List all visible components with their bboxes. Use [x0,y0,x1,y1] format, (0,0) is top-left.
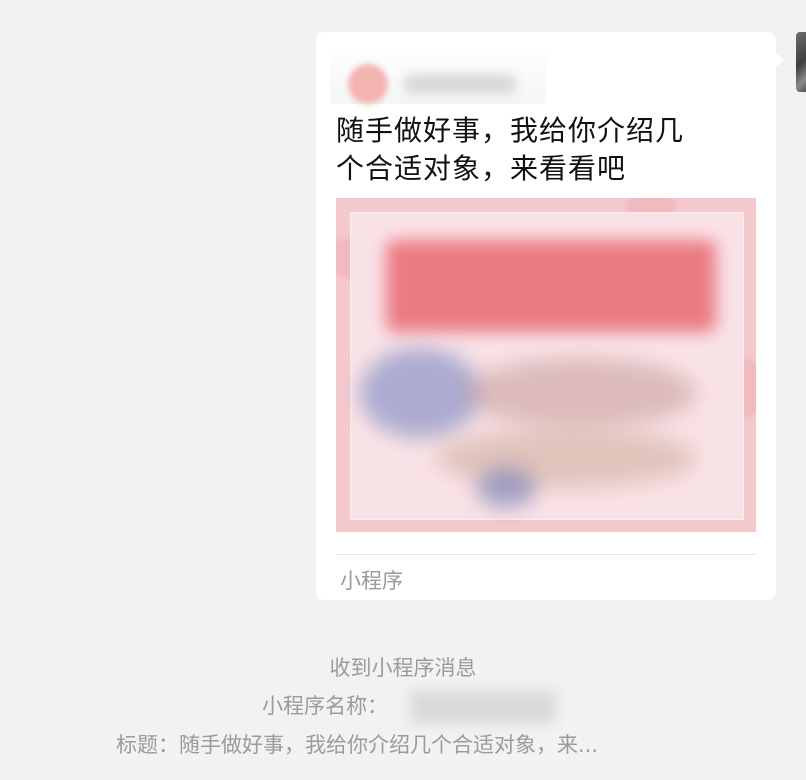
mini-program-icon [348,64,388,104]
cover-avatars-blurred [466,358,696,428]
mini-program-card[interactable]: 随手做好事，我给你介绍几 个合适对象，来看看吧 小程序 [316,32,776,600]
card-divider [336,554,756,555]
card-cover-image [336,198,756,532]
card-title: 随手做好事，我给你介绍几 个合适对象，来看看吧 [336,114,685,185]
cover-banner-blurred [386,240,716,332]
notice-title: 标题：随手做好事，我给你介绍几个合适对象，来... [116,733,599,757]
cover-figure-blurred [360,348,480,438]
mini-program-header [330,46,546,104]
mini-program-name-blurred [410,690,556,724]
card-footer-label: 小程序 [340,569,403,593]
notice-received: 收到小程序消息 [329,656,477,680]
notice-mini-program-name-label: 小程序名称： [262,694,388,718]
cover-figure-blurred [476,468,536,508]
mini-program-name-blurred [404,74,516,94]
cover-avatars-blurred [436,428,696,488]
sender-avatar[interactable] [796,32,806,92]
bubble-tail [772,50,784,70]
